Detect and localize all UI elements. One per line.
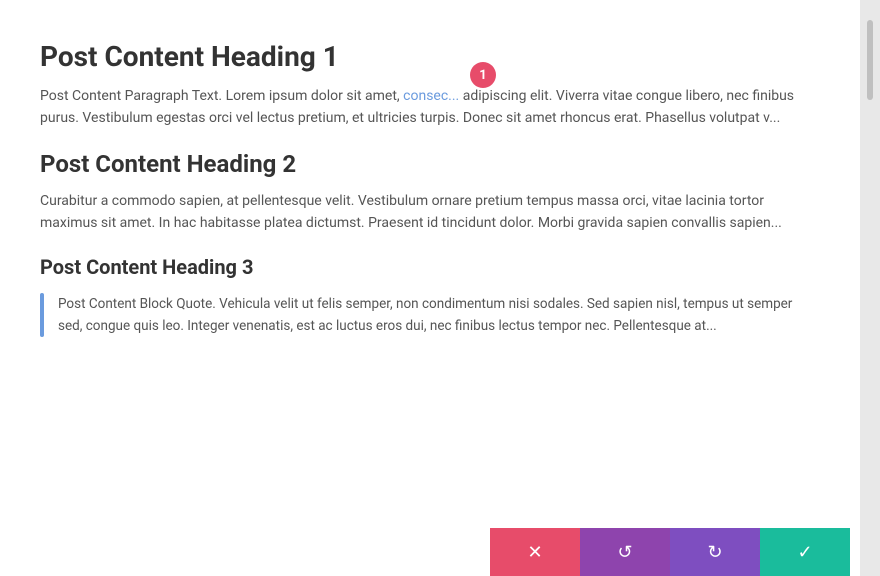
redo-button[interactable]: ↻ (670, 528, 760, 576)
redo-icon: ↻ (707, 542, 722, 563)
post-heading-3: Post Content Heading 3 (40, 255, 820, 279)
content-area: Post Content Heading 1 Post Content Para… (0, 0, 860, 576)
reset-button[interactable]: ↺ (580, 528, 670, 576)
scrollbar-thumb[interactable] (867, 20, 873, 100)
blockquote-bar (40, 293, 44, 338)
post-heading-1: Post Content Heading 1 (40, 40, 820, 73)
cancel-icon: ✕ (527, 542, 542, 563)
post-heading-2: Post Content Heading 2 (40, 150, 820, 178)
cancel-button[interactable]: ✕ (490, 528, 580, 576)
post-paragraph-2: Curabitur a commodo sapien, at pellentes… (40, 190, 820, 235)
post-paragraph-1: Post Content Paragraph Text. Lorem ipsum… (40, 85, 820, 130)
blockquote-text: Post Content Block Quote. Vehicula velit… (58, 293, 820, 338)
reset-icon: ↺ (617, 542, 632, 563)
paragraph-link[interactable]: consec... (403, 88, 459, 104)
save-icon: ✓ (797, 542, 812, 563)
scrollbar[interactable] (860, 0, 880, 576)
notification-badge: 1 (470, 62, 496, 88)
blockquote-wrapper: Post Content Block Quote. Vehicula velit… (40, 293, 820, 338)
bottom-toolbar: ✕ ↺ ↻ ✓ (490, 528, 850, 576)
save-button[interactable]: ✓ (760, 528, 850, 576)
